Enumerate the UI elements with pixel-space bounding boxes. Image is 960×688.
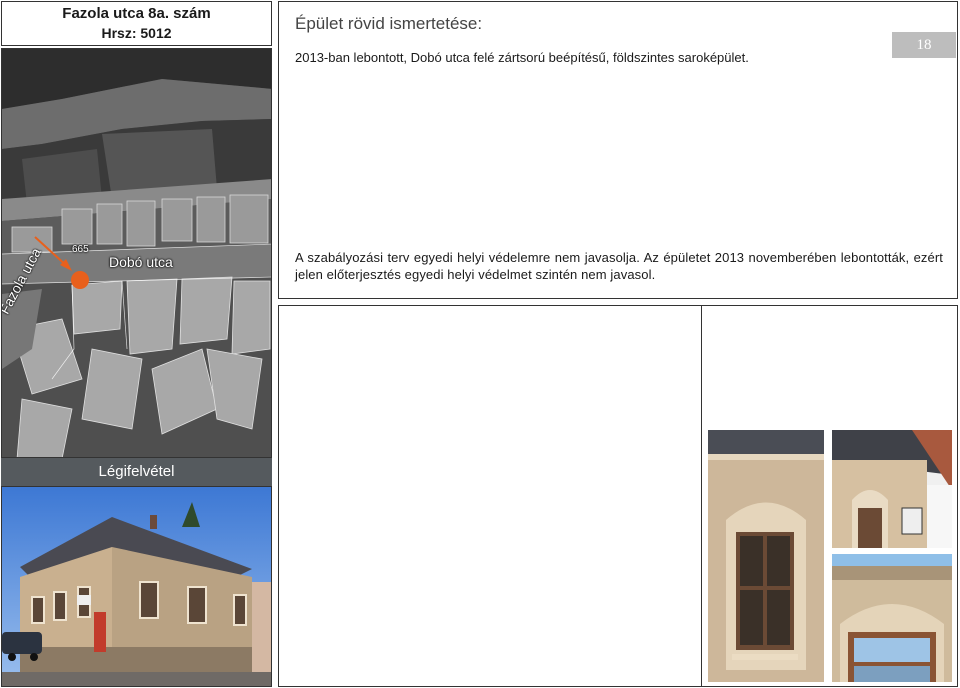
window-detail-image xyxy=(708,430,824,682)
protection-text: A szabályozási terv egyedi helyi védelem… xyxy=(295,250,943,282)
lot-number: Hrsz: 5012 xyxy=(101,25,172,41)
detail-photos-panel xyxy=(701,305,958,687)
empty-panel xyxy=(278,305,702,687)
aerial-photo: Dobó utca 665 Fazola utca xyxy=(1,48,272,458)
corner-detail-image xyxy=(832,430,952,548)
page-number-badge: 18 xyxy=(892,32,956,58)
aerial-caption: Légifelvétel xyxy=(1,458,272,486)
window-top-detail-photo xyxy=(832,554,952,682)
address-title: Fazola utca 8a. szám xyxy=(62,5,211,22)
building-image xyxy=(2,487,271,686)
title-box: Fazola utca 8a. szám Hrsz: 5012 xyxy=(1,1,272,46)
window-detail-photo xyxy=(708,430,824,682)
building-photo xyxy=(1,486,272,687)
description-panel: Épület rövid ismertetése: 2013-ban lebon… xyxy=(278,1,958,299)
label-dobo-utca: Dobó utca xyxy=(109,254,173,270)
label-parcel-665: 665 xyxy=(72,244,89,255)
window-top-detail-image xyxy=(832,554,952,682)
description-heading: Épület rövid ismertetése: xyxy=(295,14,483,33)
description-text: 2013-ban lebontott, Dobó utca felé zárts… xyxy=(295,50,749,65)
corner-detail-photo xyxy=(832,430,952,548)
